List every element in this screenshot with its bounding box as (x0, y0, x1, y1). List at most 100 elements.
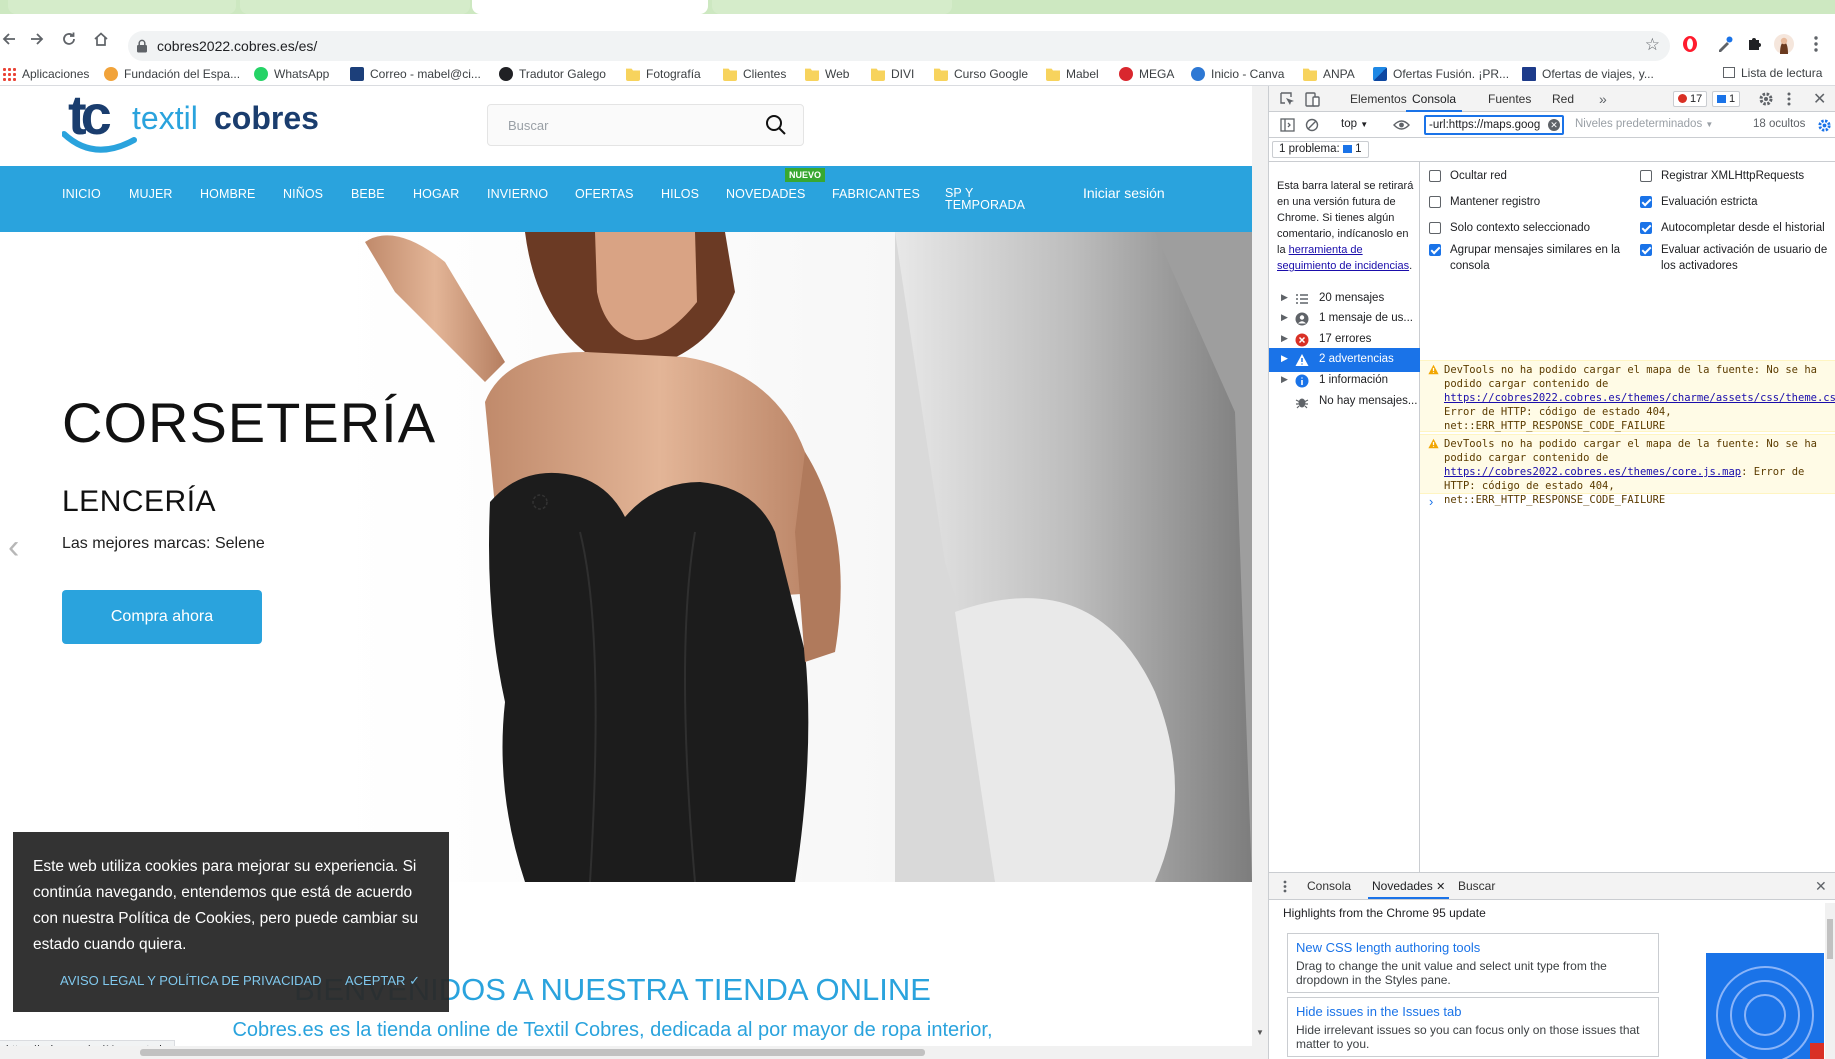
home-button[interactable] (88, 26, 114, 52)
site-logo[interactable]: tc textil cobres (62, 86, 352, 160)
nav-item-sp-temporada[interactable]: SP Y TEMPORADA (945, 187, 1025, 212)
drawer-tab-novedades[interactable]: Novedades ✕ (1368, 873, 1450, 899)
browser-tab[interactable] (712, 0, 952, 14)
reload-button[interactable] (56, 26, 82, 52)
eyedropper-extension-icon[interactable] (1714, 33, 1736, 55)
bookmark-mega[interactable]: MEGA (1119, 66, 1174, 82)
browser-tab-active[interactable] (472, 0, 708, 14)
bookmark-fotografia[interactable]: Fotografía (626, 66, 701, 82)
checkbox-autocomplete-history[interactable] (1640, 222, 1652, 234)
console-warning-message[interactable]: DevTools no ha podido cargar el mapa de … (1420, 360, 1835, 432)
sidebar-item-verbose[interactable]: No hay mensajes... (1269, 390, 1420, 414)
clear-console-icon[interactable] (1305, 118, 1319, 132)
bookmark-mabel[interactable]: Mabel (1046, 66, 1099, 82)
bookmark-whatsapp[interactable]: WhatsApp (254, 66, 329, 82)
lock-icon[interactable] (136, 39, 148, 53)
nav-item-fabricantes[interactable]: FABRICANTES (832, 187, 920, 201)
slider-prev-chevron-icon[interactable]: ‹ (8, 528, 19, 567)
page-vertical-scrollbar[interactable]: ▼ (1252, 86, 1268, 1046)
browser-tab[interactable] (240, 0, 470, 14)
page-horizontal-scrollbar[interactable] (0, 1046, 1268, 1059)
puzzle-extensions-icon[interactable] (1743, 33, 1765, 55)
devtools-menu-icon[interactable] (1787, 92, 1791, 106)
shop-now-button[interactable]: Compra ahora (62, 590, 262, 644)
bookmark-divi[interactable]: DIVI (871, 66, 914, 82)
bookmark-anpa[interactable]: ANPA (1303, 66, 1355, 82)
forward-button[interactable] (24, 26, 50, 52)
console-prompt-chevron-icon[interactable]: › (1429, 494, 1433, 509)
nav-item-hogar[interactable]: HOGAR (413, 187, 459, 201)
reading-list[interactable]: Lista de lectura (1723, 66, 1822, 80)
bookmark-canva[interactable]: Inicio - Canva (1191, 66, 1284, 82)
sourcemap-link[interactable]: https://cobres2022.cobres.es/themes/core… (1444, 466, 1741, 478)
context-selector[interactable]: top ▼ (1341, 118, 1368, 130)
sourcemap-link[interactable]: https://cobres2022.cobres.es/themes/char… (1444, 392, 1835, 404)
drawer-scrollbar[interactable] (1825, 903, 1835, 1059)
devtools-settings-gear-icon[interactable] (1758, 91, 1774, 107)
browser-tab[interactable] (8, 0, 236, 14)
nav-item-ninos[interactable]: NIÑOS (283, 187, 323, 201)
site-search-input[interactable]: Buscar (487, 104, 804, 146)
drawer-close-icon[interactable]: ✕ (1815, 878, 1827, 895)
checkbox-preserve-log[interactable] (1429, 196, 1441, 208)
drawer-tab-consola[interactable]: Consola (1307, 873, 1351, 899)
inspect-element-icon[interactable] (1280, 92, 1295, 107)
bookmark-curso-google[interactable]: Curso Google (934, 66, 1028, 82)
console-warning-message[interactable]: DevTools no ha podido cargar el mapa de … (1420, 434, 1835, 506)
address-bar[interactable]: cobres2022.cobres.es/es/ ☆ (128, 31, 1670, 61)
back-button[interactable] (0, 26, 22, 52)
drawer-menu-icon[interactable] (1283, 880, 1287, 893)
login-link[interactable]: Iniciar sesión (1083, 185, 1165, 201)
drawer-tab-buscar[interactable]: Buscar (1458, 873, 1495, 899)
checkbox-group-similar[interactable] (1429, 244, 1441, 256)
nav-item-inicio[interactable]: INICIO (62, 187, 101, 201)
sidebar-toggle-icon[interactable] (1280, 118, 1295, 132)
drawer-scroll-thumb[interactable] (1827, 919, 1833, 959)
live-expression-eye-icon[interactable] (1393, 119, 1410, 131)
opera-extension-icon[interactable] (1679, 33, 1701, 55)
tab-fuentes[interactable]: Fuentes (1488, 86, 1531, 112)
bookmark-apps[interactable]: Aplicaciones (2, 66, 89, 82)
clear-filter-icon[interactable]: ✕ (1548, 119, 1560, 131)
bookmark-web[interactable]: Web (805, 66, 849, 82)
url-text[interactable]: cobres2022.cobres.es/es/ (157, 38, 317, 54)
bookmark-tradutor[interactable]: Tradutor Galego (499, 66, 606, 82)
checkbox-eager-evaluation[interactable] (1640, 196, 1652, 208)
nav-item-hombre[interactable]: HOMBRE (200, 187, 255, 201)
issues-button[interactable]: 1 problema: 1 (1272, 141, 1369, 158)
card-title[interactable]: New CSS length authoring tools (1296, 940, 1480, 955)
console-settings-gear-icon[interactable] (1817, 118, 1832, 133)
search-icon[interactable] (765, 114, 787, 136)
scrollbar-thumb[interactable] (140, 1049, 925, 1056)
nav-item-bebe[interactable]: BEBE (351, 187, 385, 201)
whats-new-card[interactable]: New CSS length authoring tools Drag to c… (1287, 933, 1659, 993)
close-tab-icon[interactable]: ✕ (1436, 881, 1445, 893)
log-levels-dropdown[interactable]: Niveles predeterminados ▼ (1575, 118, 1713, 130)
bookmark-fundacion[interactable]: Fundación del Espa... (104, 66, 240, 82)
legal-privacy-link[interactable]: AVISO LEGAL Y POLÍTICA DE PRIVACIDAD (60, 973, 322, 988)
checkbox-selected-context[interactable] (1429, 222, 1441, 234)
device-toolbar-icon[interactable] (1305, 92, 1320, 107)
card-title[interactable]: Hide issues in the Issues tab (1296, 1004, 1461, 1019)
devtools-close-icon[interactable]: ✕ (1813, 89, 1826, 109)
bookmark-correo[interactable]: Correo - mabel@ci... (350, 66, 481, 82)
nav-item-novedades[interactable]: NOVEDADES (726, 187, 805, 201)
bookmark-ofertas-viajes[interactable]: Ofertas de viajes, y... (1522, 66, 1654, 82)
bookmark-clientes[interactable]: Clientes (723, 66, 786, 82)
nav-item-invierno[interactable]: INVIERNO (487, 187, 548, 201)
tab-consola[interactable]: Consola (1406, 86, 1463, 112)
browser-menu-icon[interactable] (1805, 33, 1827, 55)
cookie-accept-button[interactable]: ACEPTAR ✓ (345, 973, 420, 989)
checkbox-hide-network[interactable] (1429, 170, 1441, 182)
tab-elementos[interactable]: Elementos (1350, 86, 1407, 112)
bookmark-ofertas-fusion[interactable]: Ofertas Fusión. ¡PR... (1373, 66, 1509, 82)
console-filter-input[interactable]: -url:https://maps.goog ✕ (1424, 115, 1564, 135)
nav-item-ofertas[interactable]: OFERTAS (575, 187, 634, 201)
message-counter[interactable]: 1 (1712, 91, 1741, 107)
error-counter[interactable]: 17 (1673, 91, 1708, 107)
whats-new-card[interactable]: Hide issues in the Issues tab Hide irrel… (1287, 997, 1659, 1057)
checkbox-log-xhr[interactable] (1640, 170, 1652, 182)
nav-item-mujer[interactable]: MUJER (129, 187, 173, 201)
profile-avatar-icon[interactable] (1773, 33, 1795, 55)
bookmark-star-icon[interactable]: ☆ (1645, 35, 1660, 55)
